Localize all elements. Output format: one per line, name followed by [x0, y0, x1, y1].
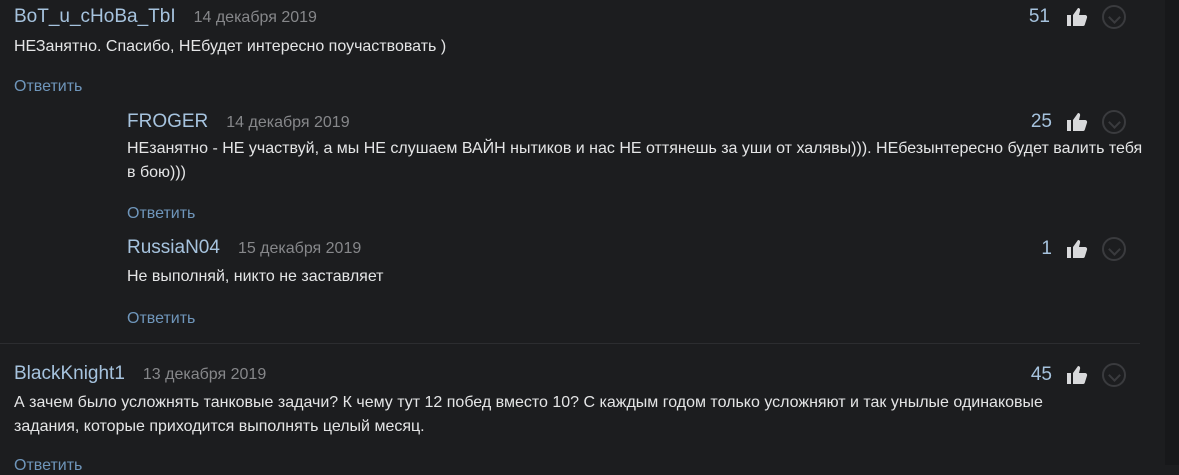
comment: FROGER 14 декабря 2019 НЕзанятно - НЕ уча…: [127, 111, 1152, 226]
reply-button[interactable]: Ответить: [14, 78, 82, 96]
comment-header: RussiaN04 15 декабря 2019: [127, 237, 361, 259]
like-count: 25: [1030, 111, 1052, 132]
dislike-button[interactable]: [1102, 363, 1126, 387]
dislike-button[interactable]: [1102, 5, 1126, 29]
like-count: 45: [1030, 364, 1052, 385]
comment-divider: [0, 343, 1140, 344]
comment-date: 14 декабря 2019: [226, 114, 350, 131]
thumbs-up-icon[interactable]: [1066, 239, 1088, 259]
comment-text: НЕзанятно - НЕ участвуй, а мы НЕ слушаем…: [127, 140, 1143, 181]
like-count: 1: [1041, 238, 1052, 259]
reply-button[interactable]: Ответить: [127, 310, 195, 328]
comment-date: 15 декабря 2019: [237, 240, 362, 257]
comment-text: НЕЗанятно. Спасибо, НЕбудет интересно по…: [14, 38, 447, 55]
comment-author[interactable]: FROGER: [127, 111, 208, 132]
scrollbar[interactable]: [1165, 0, 1179, 465]
comment-header: FROGER 14 декабря 2019: [127, 111, 350, 133]
comment-date: 13 декабря 2019: [142, 366, 267, 383]
dislike-button[interactable]: [1102, 110, 1126, 134]
thumbs-up-icon[interactable]: [1066, 365, 1088, 385]
comment-header: BoT_u_cHoBa_TbI 14 декабря 2019: [14, 6, 317, 28]
dislike-button[interactable]: [1102, 237, 1126, 261]
comment-date: 14 декабря 2019: [193, 9, 317, 26]
comment-author[interactable]: RussiaN04: [127, 237, 220, 258]
reply-button[interactable]: Ответить: [127, 205, 195, 223]
comment: BoT_u_cHoBa_TbI 14 декабря 2019 НЕЗанятно…: [14, 6, 1154, 96]
reply-button[interactable]: Ответить: [14, 457, 82, 475]
comment-text: Не выполняй, никто не заставляет: [127, 268, 384, 285]
like-count: 51: [1028, 6, 1050, 27]
thumbs-up-icon[interactable]: [1066, 112, 1088, 132]
comment-author[interactable]: BoT_u_cHoBa_TbI: [14, 6, 176, 27]
comment: RussiaN04 15 декабря 2019 Не выполняй, ни…: [127, 237, 1152, 337]
comment: BlackKnight1 13 декабря 2019 А зачем было…: [14, 363, 1154, 474]
comment-text: А зачем было усложнять танковые задачи? …: [14, 394, 1043, 435]
thumbs-up-icon[interactable]: [1066, 7, 1088, 27]
comment-author[interactable]: BlackKnight1: [14, 363, 125, 384]
comment-header: BlackKnight1 13 декабря 2019: [14, 363, 266, 385]
